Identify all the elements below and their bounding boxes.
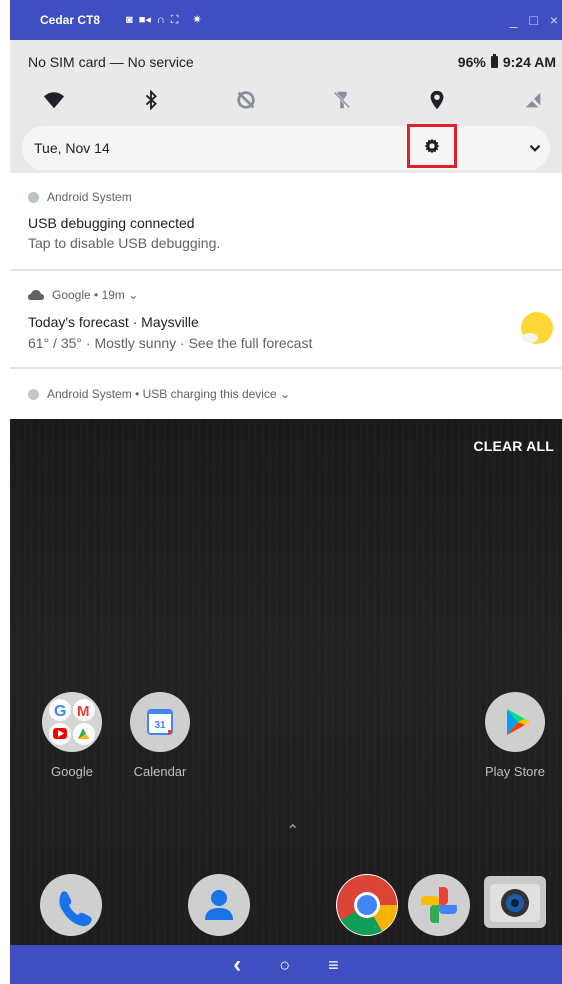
settings-icon[interactable]: ✷ bbox=[192, 14, 201, 26]
device-screen: CLEAR ALL G M Google 31 Calendar Play St… bbox=[10, 40, 562, 945]
clear-all-button[interactable]: CLEAR ALL bbox=[473, 438, 554, 454]
fullscreen-icon[interactable]: ⛶ bbox=[171, 14, 179, 26]
home-screen: CLEAR ALL G M Google 31 Calendar Play St… bbox=[10, 419, 562, 945]
svg-text:M: M bbox=[77, 703, 90, 720]
location-icon[interactable] bbox=[423, 86, 451, 114]
notification-forecast[interactable]: Google • 19m ⌄ Today's forecast · Maysvi… bbox=[10, 271, 562, 367]
expand-chevron-icon[interactable] bbox=[526, 139, 544, 157]
app-label-play-store: Play Store bbox=[485, 764, 545, 779]
google-folder-icon: G M bbox=[42, 692, 102, 752]
status-right: 96% 9:24 AM bbox=[458, 54, 556, 70]
cloud-icon bbox=[28, 289, 44, 300]
notification-meta: • 19m ⌄ bbox=[90, 288, 139, 302]
camera-app-icon[interactable] bbox=[484, 876, 546, 928]
calendar-icon: 31 bbox=[130, 692, 190, 752]
bluetooth-icon[interactable] bbox=[137, 86, 165, 114]
app-play-store[interactable]: Play Store bbox=[475, 692, 555, 779]
status-bar: No SIM card — No service 96% 9:24 AM bbox=[28, 54, 556, 74]
close-icon[interactable]: × bbox=[550, 12, 558, 28]
notification-usb-charging[interactable]: Android System • USB charging this devic… bbox=[10, 369, 562, 419]
notification-app-row: Android System bbox=[28, 190, 132, 204]
notification-app-name: Android System bbox=[47, 190, 132, 204]
notification-meta: • USB charging this device ⌄ bbox=[131, 387, 291, 401]
app-label-google: Google bbox=[51, 764, 93, 779]
emulator-toolbar: ◙ ■◂ ∩ ⛶ ✷ bbox=[126, 14, 202, 26]
date-text: Tue, Nov 14 bbox=[34, 140, 110, 156]
quick-settings-panel: No SIM card — No service 96% 9:24 AM Tue… bbox=[10, 40, 562, 173]
notification-body: Tap to disable USB debugging. bbox=[28, 235, 221, 251]
calendar-date-text: 31 bbox=[154, 720, 166, 731]
phone-icon[interactable] bbox=[40, 874, 102, 936]
flashlight-off-icon[interactable] bbox=[328, 86, 356, 114]
sunny-weather-icon bbox=[521, 312, 553, 344]
emulator-title: Cedar CT8 bbox=[40, 13, 101, 27]
contacts-icon[interactable] bbox=[188, 874, 250, 936]
notification-app-name: Android System bbox=[47, 387, 132, 401]
rotate-off-icon[interactable] bbox=[232, 86, 260, 114]
android-system-icon bbox=[28, 388, 39, 400]
wifi-icon[interactable] bbox=[40, 86, 68, 114]
back-icon[interactable]: ‹ bbox=[233, 952, 241, 976]
app-google[interactable]: G M Google bbox=[32, 692, 112, 779]
battery-icon bbox=[490, 54, 498, 68]
notification-app-row: Android System • USB charging this devic… bbox=[28, 387, 290, 401]
svg-text:G: G bbox=[54, 703, 66, 720]
app-calendar[interactable]: 31 Calendar bbox=[120, 692, 200, 779]
gear-icon[interactable] bbox=[424, 138, 440, 154]
notification-app-row: Google • 19m ⌄ bbox=[28, 288, 138, 302]
window-controls: _ □ × bbox=[510, 0, 562, 40]
maximize-icon[interactable]: □ bbox=[529, 12, 537, 28]
notification-app-name: Google bbox=[52, 288, 91, 302]
app-drawer-chevron-icon[interactable]: ⌃ bbox=[286, 821, 299, 841]
video-icon[interactable]: ■◂ bbox=[139, 14, 151, 26]
app-label-calendar: Calendar bbox=[133, 764, 187, 779]
notification-usb-debugging[interactable]: Android System USB debugging connected T… bbox=[10, 173, 562, 270]
chrome-icon[interactable] bbox=[336, 874, 398, 936]
play-store-icon bbox=[485, 692, 545, 752]
android-system-icon bbox=[28, 191, 39, 203]
navigation-bar: ‹ ○ ≡ bbox=[10, 945, 562, 984]
clock: 9:24 AM bbox=[502, 54, 556, 70]
mobile-data-off-icon[interactable] bbox=[519, 86, 547, 114]
quick-settings-tiles bbox=[10, 86, 562, 114]
camera-icon[interactable]: ◙ bbox=[126, 14, 133, 26]
minimize-icon[interactable]: _ bbox=[510, 12, 518, 28]
notification-title: USB debugging connected bbox=[28, 215, 195, 231]
emulator-title-bar: Cedar CT8 ◙ ■◂ ∩ ⛶ ✷ _ □ × bbox=[10, 0, 562, 40]
settings-gear-highlight[interactable] bbox=[407, 124, 457, 168]
notification-body: 61° / 35° · Mostly sunny · See the full … bbox=[28, 335, 313, 351]
notification-shade: No SIM card — No service 96% 9:24 AM Tue… bbox=[10, 40, 562, 419]
battery-percent: 96% bbox=[457, 54, 486, 70]
photos-icon[interactable] bbox=[408, 874, 470, 936]
home-icon[interactable]: ○ bbox=[279, 956, 290, 974]
recents-menu-icon[interactable]: ≡ bbox=[328, 956, 339, 974]
date-header: Tue, Nov 14 bbox=[22, 126, 550, 170]
carrier-status: No SIM card — No service bbox=[28, 54, 194, 70]
notification-title: Today's forecast · Maysville bbox=[28, 314, 199, 330]
headset-icon[interactable]: ∩ bbox=[157, 14, 165, 26]
